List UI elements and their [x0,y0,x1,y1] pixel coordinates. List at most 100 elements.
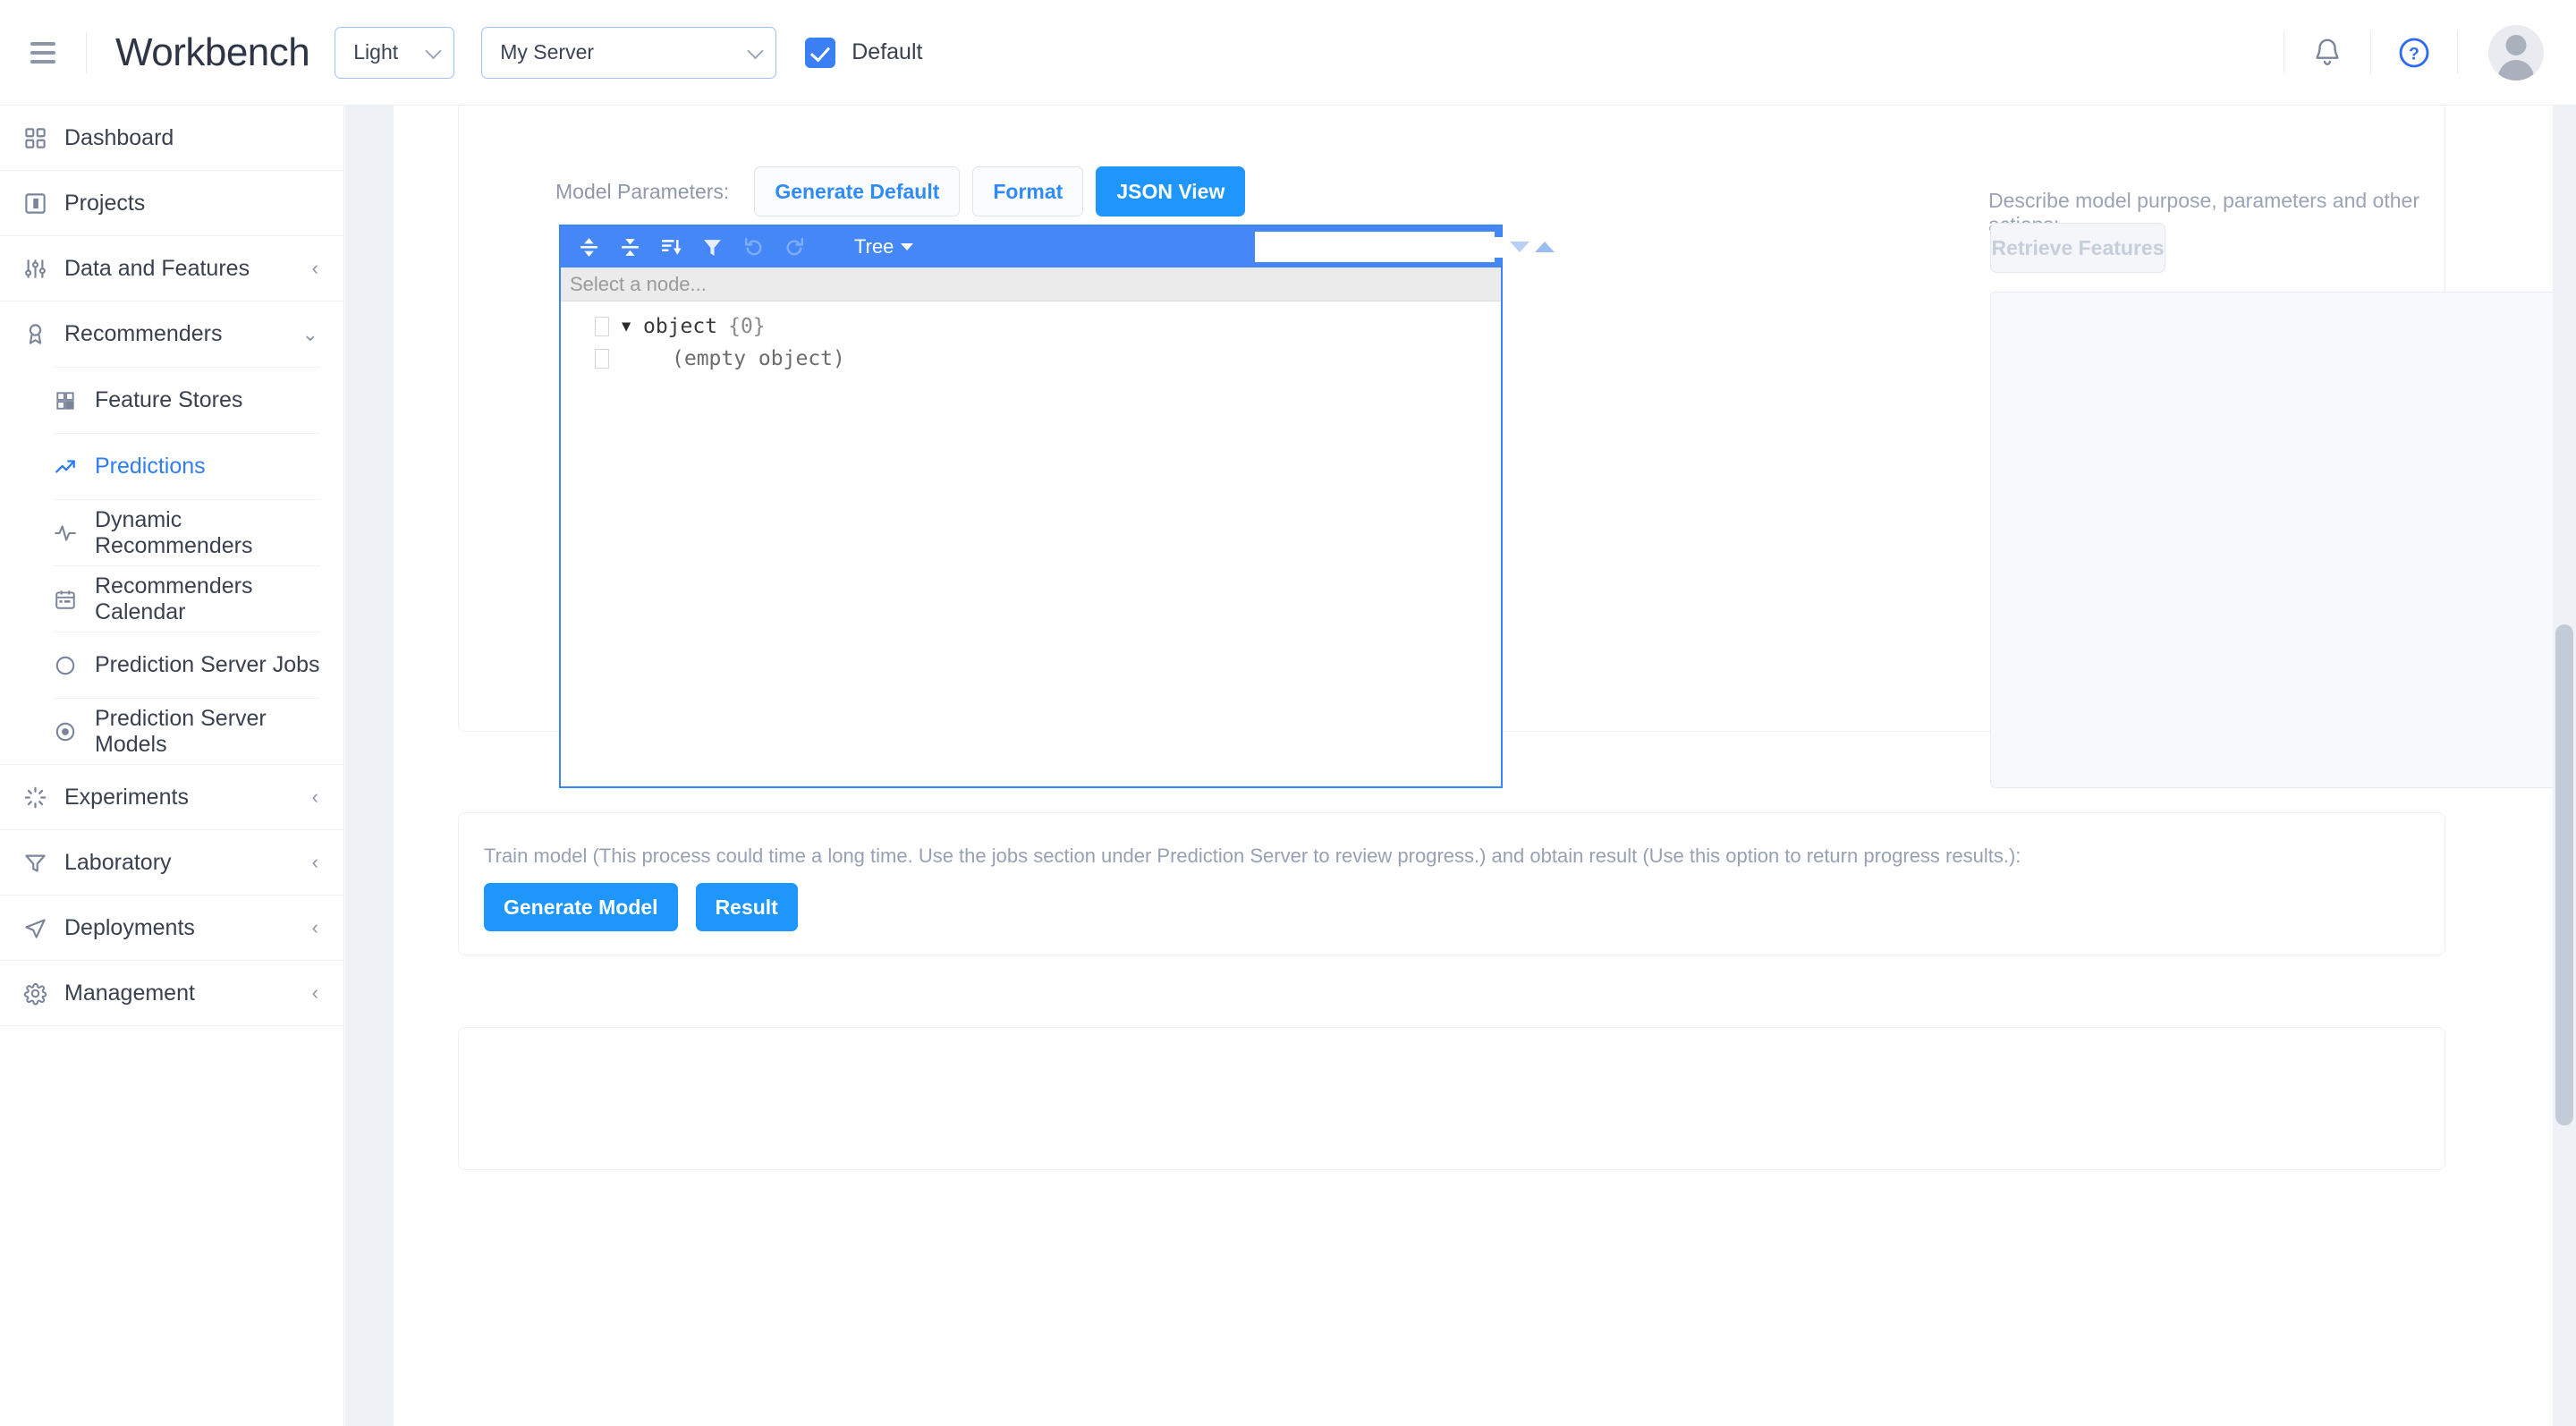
sidebar-item-label: Deployments [64,915,195,941]
header-divider [2457,31,2458,74]
expand-all-icon[interactable] [568,226,609,267]
trend-up-icon [54,455,95,479]
sidebar-item-label: Recommenders Calendar [95,573,343,625]
default-checkbox[interactable]: Default [805,38,922,68]
sidebar-item-label: Recommenders [64,321,222,347]
chevron-down-icon: ⌄ [302,325,318,344]
hamburger-icon[interactable] [30,35,66,71]
model-parameters-label: Model Parameters: [555,180,729,204]
expander-icon[interactable]: ▼ [622,318,643,335]
main-content: Model Parameters: Generate Default Forma… [394,106,2563,1426]
collapse-all-icon[interactable] [609,226,650,267]
header-actions: ? [2284,0,2576,105]
sidebar-item-deployments[interactable]: Deployments ‹ [0,895,343,961]
send-icon [23,916,64,940]
filter-icon[interactable] [691,226,733,267]
default-checkbox-label: Default [852,39,922,65]
train-model-actions: Generate Model Result [484,883,798,931]
chevron-left-icon: ‹ [312,787,318,807]
layout-panel-icon [23,191,64,216]
help-button[interactable]: ? [2371,37,2457,69]
json-tree-row[interactable]: (empty object) [561,343,1501,375]
search-next-icon[interactable] [1510,242,1530,252]
sidebar-item-label: Management [64,980,195,1006]
json-node-value: (empty object) [622,347,845,370]
sidebar-item-laboratory[interactable]: Laboratory ‹ [0,830,343,895]
json-editor-mode-select[interactable]: Tree [854,235,913,259]
sidebar-item-label: Dashboard [64,125,174,151]
train-model-description: Train model (This process could time a l… [484,845,2021,868]
next-section-card [458,1027,2445,1170]
sidebar-item-label: Prediction Server Models [95,706,343,758]
sidebar-item-data-and-features[interactable]: Data and Features ‹ [0,236,343,301]
page-title: Workbench [115,30,309,75]
json-editor-toolbar: Tree [561,226,1501,267]
server-select-value: My Server [500,40,594,64]
sidebar-item-recommenders-calendar[interactable]: Recommenders Calendar [0,566,343,632]
calendar-icon [54,588,95,611]
avatar[interactable] [2488,25,2544,81]
search-nav [1510,242,1555,252]
layout-gutter [345,106,394,1426]
sidebar-item-dashboard[interactable]: Dashboard [0,106,343,171]
notifications-button[interactable] [2284,36,2370,70]
train-model-card: Train model (This process could time a l… [458,812,2445,955]
sidebar-item-label: Prediction Server Jobs [95,652,320,678]
json-editor-tree[interactable]: ▼ object {0} (empty object) [561,301,1501,786]
redo-icon[interactable] [774,226,815,267]
json-view-button[interactable]: JSON View [1096,166,1245,216]
result-button[interactable]: Result [696,883,798,931]
funnel-icon [23,851,64,875]
circle-icon [54,654,95,677]
sidebar-item-projects[interactable]: Projects [0,171,343,236]
sort-icon[interactable] [650,226,691,267]
chevron-left-icon: ‹ [312,259,318,278]
top-header: Workbench Light My Server Default [0,0,2576,106]
generate-default-button[interactable]: Generate Default [754,166,960,216]
generate-model-button[interactable]: Generate Model [484,883,678,931]
sidebar-item-feature-stores[interactable]: Feature Stores [0,368,343,433]
sidebar-item-prediction-server-jobs[interactable]: Prediction Server Jobs [0,632,343,698]
target-icon [54,720,95,743]
sidebar-item-predictions[interactable]: Predictions [0,434,343,499]
drag-handle-icon[interactable] [595,317,609,336]
json-editor-path[interactable]: Select a node... [561,267,1501,301]
page-scrollbar-thumb[interactable] [2555,624,2573,1125]
chevron-down-icon [748,42,764,58]
activity-icon [54,522,95,545]
sidebar-item-dynamic-recommenders[interactable]: Dynamic Recommenders [0,500,343,565]
grid-icon [23,126,64,150]
search-input[interactable] [1267,237,1504,258]
sidebar-item-label: Laboratory [64,850,172,876]
sidebar-item-prediction-server-models[interactable]: Prediction Server Models [0,699,343,764]
chevron-down-icon [426,42,442,58]
search-prev-icon[interactable] [1535,242,1555,252]
sidebar-item-label: Predictions [95,454,206,480]
drag-handle-icon[interactable] [595,349,609,369]
bell-icon [2312,36,2343,70]
sidebar-item-experiments[interactable]: Experiments ‹ [0,765,343,830]
award-icon [23,322,64,346]
spinner-icon [23,785,64,810]
sidebar-item-recommenders[interactable]: Recommenders ⌄ [0,301,343,367]
svg-text:?: ? [2409,44,2419,64]
sidebar-item-management[interactable]: Management ‹ [0,961,343,1026]
theme-select[interactable]: Light [335,27,454,79]
chevron-left-icon: ‹ [312,983,318,1003]
checkbox-checked-icon [805,38,835,68]
sidebar-item-label: Data and Features [64,256,250,282]
page-scrollbar-track[interactable] [2553,106,2576,1426]
theme-select-value: Light [353,40,398,64]
retrieve-features-button[interactable]: Retrieve Features [1990,223,2165,273]
json-editor-mode-label: Tree [854,235,894,259]
server-select[interactable]: My Server [481,27,776,79]
json-tree-row[interactable]: ▼ object {0} [561,310,1501,343]
format-button[interactable]: Format [972,166,1083,216]
model-description-textarea[interactable] [1990,292,2563,788]
undo-icon[interactable] [733,226,774,267]
json-node-key: object [643,315,717,338]
help-circle-icon: ? [2398,37,2430,69]
json-node-value: {0} [728,315,766,338]
json-editor-search [1255,232,1495,262]
app-root: Workbench Light My Server Default [0,0,2576,1426]
